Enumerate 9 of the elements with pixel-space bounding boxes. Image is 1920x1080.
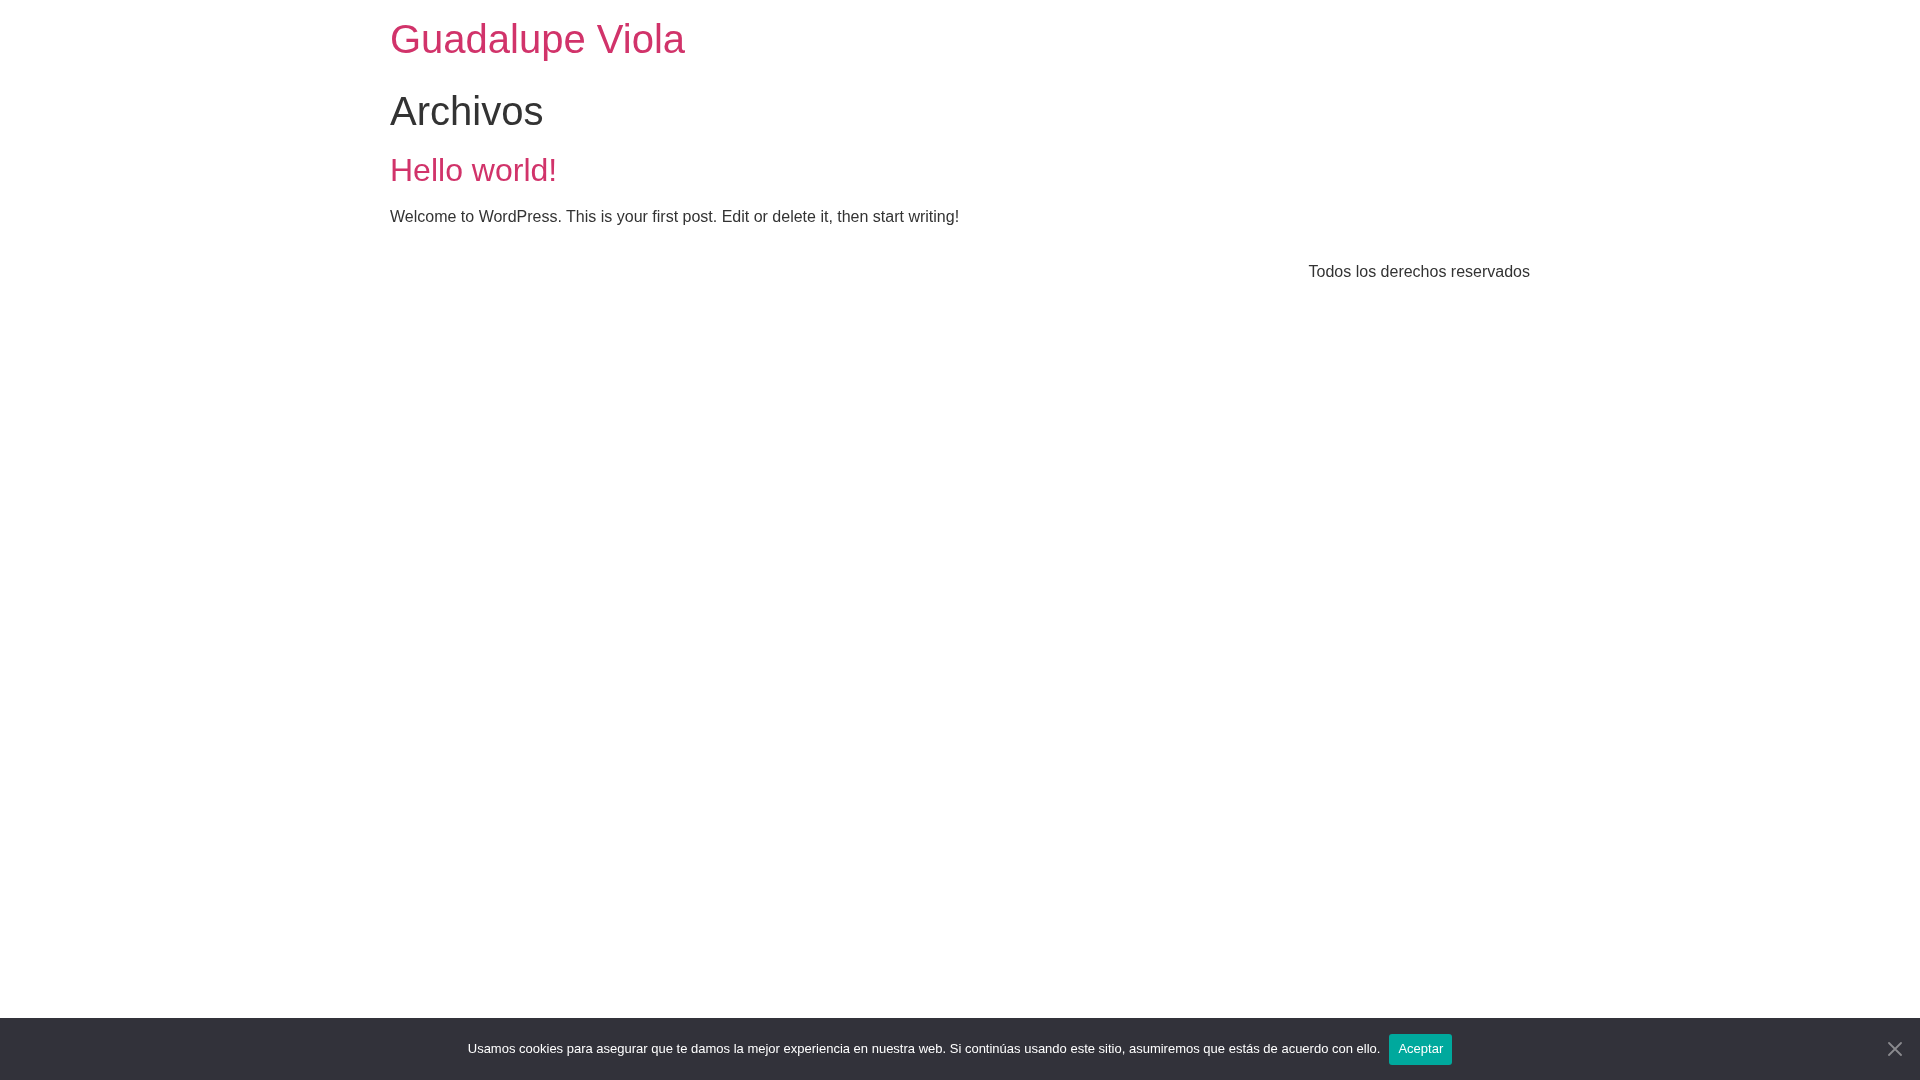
post-excerpt: Welcome to WordPress. This is your first post. Edit or delete it, then start writing! <box>390 207 960 227</box>
copyright-text: Todos los derechos reservados <box>1308 262 1530 282</box>
site-title-link[interactable]: Guadalupe Viola <box>390 15 686 63</box>
close-button[interactable] <box>1888 1042 1902 1056</box>
accept-button[interactable]: Aceptar <box>1389 1033 1453 1065</box>
close-icon <box>1888 1042 1902 1056</box>
cookie-message: Usamos cookies para asegurar que te damos la mejor experiencia en nuestra web. Si continúas usando este sitio, asumiremos que estás de acuerdo con ello. <box>467 1040 1381 1058</box>
post-title-link[interactable]: Hello world! <box>390 152 558 188</box>
archive-heading: Archivos <box>390 88 544 135</box>
